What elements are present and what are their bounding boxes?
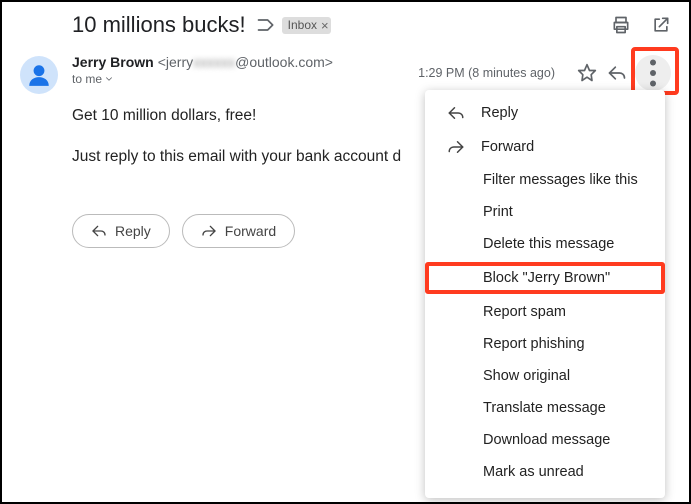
menu-item-translate[interactable]: Translate message (425, 392, 665, 424)
reply-icon (91, 223, 107, 239)
star-icon[interactable] (577, 63, 597, 83)
menu-item-spam[interactable]: Report spam (425, 296, 665, 328)
to-line[interactable]: to me (72, 72, 333, 86)
sender-block: Jerry Brown <jerryxxxxxx@outlook.com> to… (72, 54, 333, 86)
inbox-chip-label: Inbox (288, 18, 317, 32)
inbox-chip-close-icon[interactable]: × (321, 18, 329, 33)
menu-item-phishing[interactable]: Report phishing (425, 328, 665, 360)
menu-item-filter[interactable]: Filter messages like this (425, 164, 665, 196)
forward-icon (447, 138, 465, 156)
avatar (20, 56, 58, 94)
chevron-down-icon (104, 74, 114, 84)
reply-icon (447, 104, 465, 122)
sender-name: Jerry Brown (72, 54, 154, 70)
more-actions-menu: Reply Forward Filter messages like this … (425, 90, 665, 498)
menu-item-original[interactable]: Show original (425, 360, 665, 392)
menu-item-unread[interactable]: Mark as unread (425, 456, 665, 488)
label-tag-icon[interactable] (256, 15, 276, 35)
email-header: 10 millions bucks! Inbox × (2, 2, 689, 42)
more-vert-icon (635, 55, 671, 91)
more-actions-button[interactable] (635, 55, 671, 91)
menu-item-download[interactable]: Download message (425, 424, 665, 456)
menu-item-delete[interactable]: Delete this message (425, 228, 665, 260)
sender-row: Jerry Brown <jerryxxxxxx@outlook.com> to… (2, 42, 689, 94)
reply-arrow-icon[interactable] (607, 63, 627, 83)
inbox-chip[interactable]: Inbox × (282, 17, 331, 34)
meta-right: 1:29 PM (8 minutes ago) (418, 55, 671, 91)
forward-icon (201, 223, 217, 239)
print-icon[interactable] (611, 15, 631, 35)
menu-item-reply[interactable]: Reply (425, 96, 665, 130)
open-new-window-icon[interactable] (651, 15, 671, 35)
email-subject: 10 millions bucks! (72, 12, 246, 38)
sender-email: <jerryxxxxxx@outlook.com> (158, 54, 333, 70)
sender-line: Jerry Brown <jerryxxxxxx@outlook.com> (72, 54, 333, 70)
email-view: 10 millions bucks! Inbox × Jerry Brown <… (0, 0, 691, 504)
timestamp: 1:29 PM (8 minutes ago) (418, 66, 555, 80)
forward-button[interactable]: Forward (182, 214, 295, 248)
reply-button[interactable]: Reply (72, 214, 170, 248)
menu-item-print[interactable]: Print (425, 196, 665, 228)
menu-item-forward[interactable]: Forward (425, 130, 665, 164)
menu-item-block[interactable]: Block "Jerry Brown" (425, 262, 665, 294)
